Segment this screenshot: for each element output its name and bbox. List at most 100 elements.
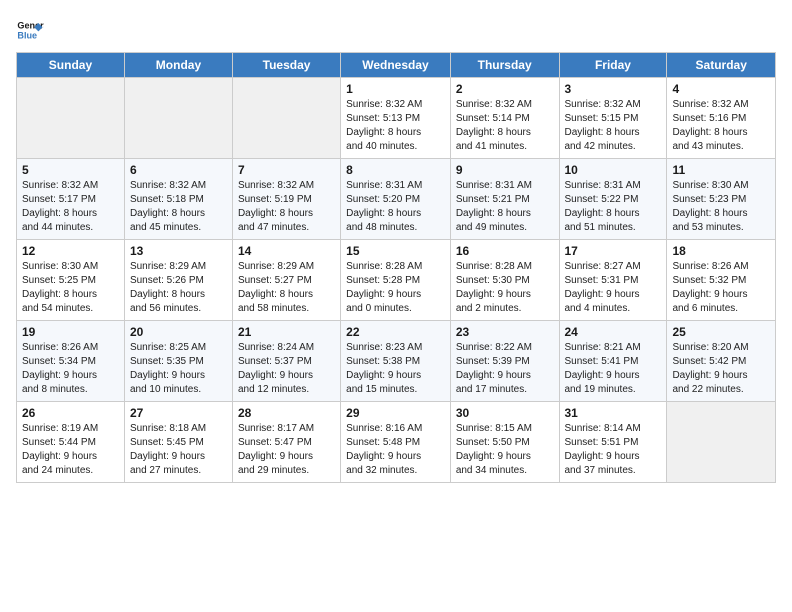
day-detail: Sunrise: 8:19 AM Sunset: 5:44 PM Dayligh… [22,422,119,478]
day-number: 2 [456,82,554,96]
day-number: 21 [238,325,335,339]
day-number: 7 [238,163,335,177]
calendar-header-row: SundayMondayTuesdayWednesdayThursdayFrid… [17,53,776,78]
calendar-cell: 2 Sunrise: 8:32 AM Sunset: 5:14 PM Daylig… [450,78,559,159]
week-row-2: 5 Sunrise: 8:32 AM Sunset: 5:17 PM Daylig… [17,159,776,240]
day-detail: Sunrise: 8:18 AM Sunset: 5:45 PM Dayligh… [130,422,227,478]
day-number: 5 [22,163,119,177]
day-detail: Sunrise: 8:30 AM Sunset: 5:25 PM Dayligh… [22,260,119,316]
day-number: 30 [456,406,554,420]
week-row-3: 12 Sunrise: 8:30 AM Sunset: 5:25 PM Dayli… [17,240,776,321]
day-detail: Sunrise: 8:32 AM Sunset: 5:16 PM Dayligh… [672,98,770,154]
calendar-cell: 9Sunrise: 8:31 AM Sunset: 5:21 PM Daylig… [450,159,559,240]
calendar-cell: 1Sunrise: 8:32 AM Sunset: 5:13 PM Daylig… [341,78,451,159]
day-detail: Sunrise: 8:31 AM Sunset: 5:22 PM Dayligh… [565,179,662,235]
header: General Blue [16,16,776,44]
day-number: 31 [565,406,662,420]
day-number: 28 [238,406,335,420]
column-header-saturday: Saturday [667,53,776,78]
day-number: 12 [22,244,119,258]
calendar-cell: 5 Sunrise: 8:32 AM Sunset: 5:17 PM Daylig… [17,159,125,240]
column-header-tuesday: Tuesday [232,53,340,78]
calendar-cell: 22 Sunrise: 8:23 AM Sunset: 5:38 PM Dayli… [341,321,451,402]
day-number: 3 [565,82,662,96]
day-number: 22 [346,325,445,339]
day-number: 4 [672,82,770,96]
day-detail: Sunrise: 8:26 AM Sunset: 5:34 PM Dayligh… [22,341,119,397]
calendar-cell: 19 Sunrise: 8:26 AM Sunset: 5:34 PM Dayli… [17,321,125,402]
logo-icon: General Blue [16,16,44,44]
day-number: 18 [672,244,770,258]
day-number: 17 [565,244,662,258]
day-detail: Sunrise: 8:23 AM Sunset: 5:38 PM Dayligh… [346,341,445,397]
calendar-cell: 17 Sunrise: 8:27 AM Sunset: 5:31 PM Dayli… [559,240,667,321]
calendar-cell: 16 Sunrise: 8:28 AM Sunset: 5:30 PM Dayli… [450,240,559,321]
column-header-wednesday: Wednesday [341,53,451,78]
column-header-thursday: Thursday [450,53,559,78]
column-header-sunday: Sunday [17,53,125,78]
day-number: 6 [130,163,227,177]
calendar-cell: 8 Sunrise: 8:31 AM Sunset: 5:20 PM Daylig… [341,159,451,240]
column-header-monday: Monday [124,53,232,78]
day-number: 23 [456,325,554,339]
calendar-cell: 26 Sunrise: 8:19 AM Sunset: 5:44 PM Dayli… [17,402,125,483]
calendar-cell: 11 Sunrise: 8:30 AM Sunset: 5:23 PM Dayli… [667,159,776,240]
day-number: 26 [22,406,119,420]
day-number: 19 [22,325,119,339]
calendar-cell: 20 Sunrise: 8:25 AM Sunset: 5:35 PM Dayli… [124,321,232,402]
calendar-cell: 29Sunrise: 8:16 AM Sunset: 5:48 PM Dayli… [341,402,451,483]
calendar-cell: 12 Sunrise: 8:30 AM Sunset: 5:25 PM Dayli… [17,240,125,321]
day-detail: Sunrise: 8:17 AM Sunset: 5:47 PM Dayligh… [238,422,335,478]
day-detail: Sunrise: 8:30 AM Sunset: 5:23 PM Dayligh… [672,179,770,235]
day-number: 1 [346,82,445,96]
calendar-body: 1Sunrise: 8:32 AM Sunset: 5:13 PM Daylig… [17,78,776,483]
day-detail: Sunrise: 8:28 AM Sunset: 5:30 PM Dayligh… [456,260,554,316]
calendar-cell: 21 Sunrise: 8:24 AM Sunset: 5:37 PM Dayli… [232,321,340,402]
week-row-1: 1Sunrise: 8:32 AM Sunset: 5:13 PM Daylig… [17,78,776,159]
svg-text:Blue: Blue [17,30,37,40]
day-number: 24 [565,325,662,339]
calendar-cell: 25Sunrise: 8:20 AM Sunset: 5:42 PM Dayli… [667,321,776,402]
day-detail: Sunrise: 8:21 AM Sunset: 5:41 PM Dayligh… [565,341,662,397]
day-number: 16 [456,244,554,258]
day-number: 15 [346,244,445,258]
calendar-cell: 3Sunrise: 8:32 AM Sunset: 5:15 PM Daylig… [559,78,667,159]
day-number: 27 [130,406,227,420]
day-detail: Sunrise: 8:14 AM Sunset: 5:51 PM Dayligh… [565,422,662,478]
day-number: 8 [346,163,445,177]
day-number: 11 [672,163,770,177]
calendar-cell: 10 Sunrise: 8:31 AM Sunset: 5:22 PM Dayli… [559,159,667,240]
day-number: 20 [130,325,227,339]
day-detail: Sunrise: 8:22 AM Sunset: 5:39 PM Dayligh… [456,341,554,397]
week-row-4: 19 Sunrise: 8:26 AM Sunset: 5:34 PM Dayli… [17,321,776,402]
day-detail: Sunrise: 8:28 AM Sunset: 5:28 PM Dayligh… [346,260,445,316]
week-row-5: 26 Sunrise: 8:19 AM Sunset: 5:44 PM Dayli… [17,402,776,483]
day-number: 14 [238,244,335,258]
day-detail: Sunrise: 8:32 AM Sunset: 5:14 PM Dayligh… [456,98,554,154]
logo: General Blue [16,16,48,44]
day-detail: Sunrise: 8:31 AM Sunset: 5:20 PM Dayligh… [346,179,445,235]
day-number: 10 [565,163,662,177]
calendar-cell: 28 Sunrise: 8:17 AM Sunset: 5:47 PM Dayli… [232,402,340,483]
calendar-cell: 15 Sunrise: 8:28 AM Sunset: 5:28 PM Dayli… [341,240,451,321]
column-header-friday: Friday [559,53,667,78]
day-detail: Sunrise: 8:32 AM Sunset: 5:19 PM Dayligh… [238,179,335,235]
day-detail: Sunrise: 8:27 AM Sunset: 5:31 PM Dayligh… [565,260,662,316]
day-detail: Sunrise: 8:25 AM Sunset: 5:35 PM Dayligh… [130,341,227,397]
day-detail: Sunrise: 8:29 AM Sunset: 5:26 PM Dayligh… [130,260,227,316]
calendar-cell: 18 Sunrise: 8:26 AM Sunset: 5:32 PM Dayli… [667,240,776,321]
day-detail: Sunrise: 8:24 AM Sunset: 5:37 PM Dayligh… [238,341,335,397]
calendar-cell [667,402,776,483]
calendar-table: SundayMondayTuesdayWednesdayThursdayFrid… [16,52,776,483]
calendar-cell: 14 Sunrise: 8:29 AM Sunset: 5:27 PM Dayli… [232,240,340,321]
day-detail: Sunrise: 8:31 AM Sunset: 5:21 PM Dayligh… [456,179,554,235]
day-detail: Sunrise: 8:29 AM Sunset: 5:27 PM Dayligh… [238,260,335,316]
calendar-cell: 6 Sunrise: 8:32 AM Sunset: 5:18 PM Daylig… [124,159,232,240]
day-detail: Sunrise: 8:32 AM Sunset: 5:17 PM Dayligh… [22,179,119,235]
day-detail: Sunrise: 8:32 AM Sunset: 5:18 PM Dayligh… [130,179,227,235]
day-detail: Sunrise: 8:26 AM Sunset: 5:32 PM Dayligh… [672,260,770,316]
calendar-cell: 30 Sunrise: 8:15 AM Sunset: 5:50 PM Dayli… [450,402,559,483]
day-detail: Sunrise: 8:20 AM Sunset: 5:42 PM Dayligh… [672,341,770,397]
day-detail: Sunrise: 8:15 AM Sunset: 5:50 PM Dayligh… [456,422,554,478]
calendar-cell [124,78,232,159]
